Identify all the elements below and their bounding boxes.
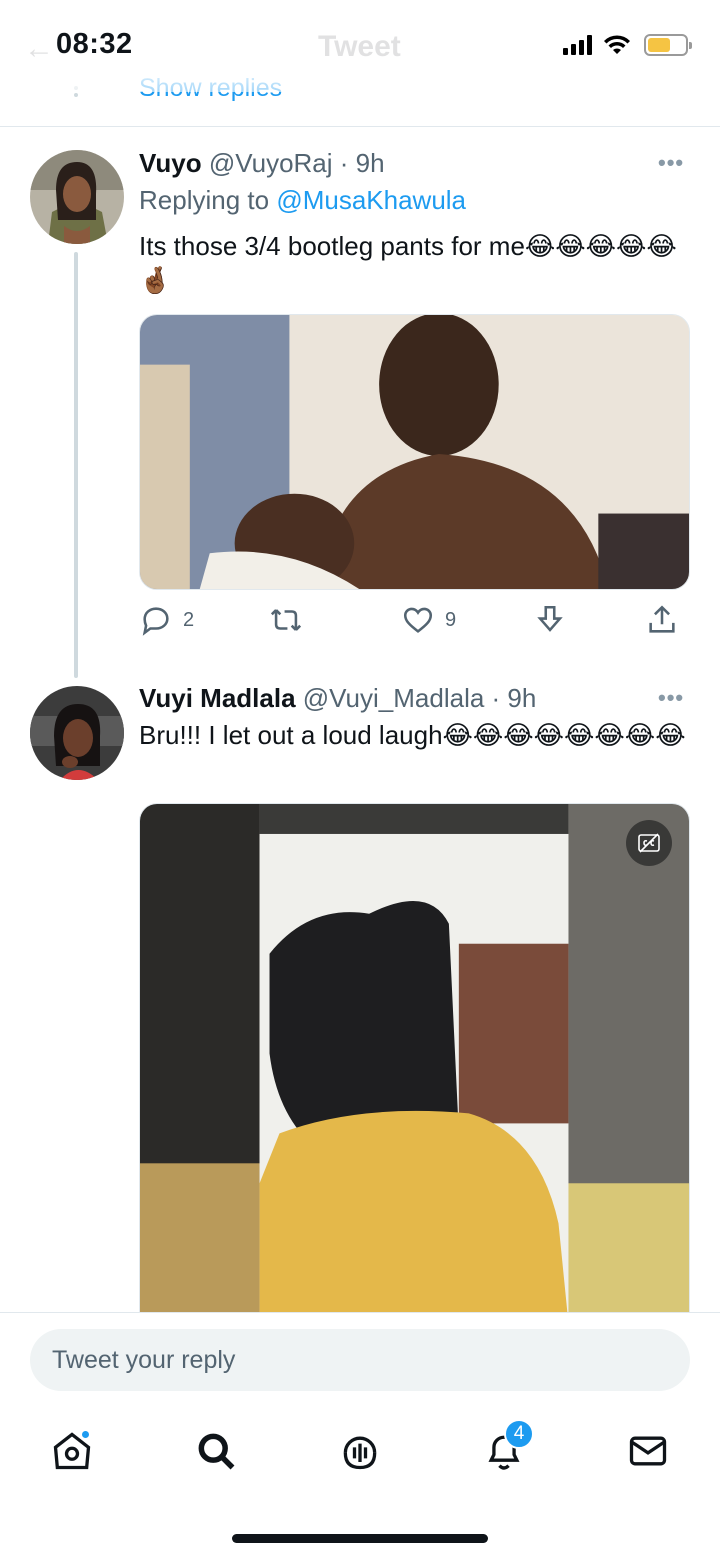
tweet-video[interactable] <box>139 803 690 1323</box>
back-arrow-icon[interactable]: ← <box>24 32 54 66</box>
more-options-icon[interactable]: ••• <box>658 150 684 176</box>
download-arrow-icon <box>537 605 563 632</box>
spaces-icon <box>343 1436 377 1470</box>
reply-icon <box>142 607 169 636</box>
tab-home[interactable] <box>42 1421 102 1481</box>
closed-captions-button[interactable] <box>626 820 672 866</box>
avatar[interactable] <box>30 686 124 780</box>
tweet-header: Vuyo @VuyoRaj · 9h <box>139 148 385 179</box>
divider <box>0 126 720 127</box>
like-count: 9 <box>445 608 457 631</box>
home-indicator <box>232 1534 488 1543</box>
timestamp: · 9h <box>339 148 385 178</box>
reply-button[interactable]: 2 <box>139 603 194 637</box>
thread-connector-line <box>74 252 78 678</box>
wifi-icon <box>604 35 630 54</box>
handle[interactable]: @Vuyi_Madlala <box>303 683 485 713</box>
retweet-icon <box>270 609 302 631</box>
retweet-button[interactable] <box>269 603 313 637</box>
tweet-image[interactable] <box>139 314 690 590</box>
tab-search[interactable] <box>186 1421 246 1481</box>
more-options-icon[interactable]: ••• <box>658 685 684 711</box>
timestamp: · 9h <box>491 683 537 713</box>
reply-input[interactable] <box>30 1329 690 1391</box>
like-button[interactable]: 9 <box>401 603 456 637</box>
tweet-text: Bru!!! I let out a loud laugh😂😂😂😂😂😂😂😂 <box>139 720 686 750</box>
tweet-text: Its those 3/4 bootleg pants for me😂😂😂😂😂🤞… <box>139 231 677 295</box>
home-unread-dot <box>80 1429 91 1440</box>
replying-mention[interactable]: @MusaKhawula <box>276 185 466 215</box>
tab-spaces[interactable] <box>330 1421 390 1481</box>
cellular-signal-icon <box>563 35 592 55</box>
header-title: Tweet <box>318 30 401 63</box>
status-icons <box>563 34 692 56</box>
tweet-actions: 2 9 <box>139 603 690 641</box>
search-icon <box>198 1433 235 1470</box>
tweet-header: Vuyi Madlala @Vuyi_Madlala · 9h <box>139 683 536 714</box>
tab-messages[interactable] <box>618 1421 678 1481</box>
reply-count: 2 <box>183 608 195 631</box>
display-name[interactable]: Vuyi Madlala <box>139 683 296 713</box>
tab-bar: 4 <box>0 1413 720 1489</box>
battery-icon <box>644 34 692 56</box>
status-time: 08:32 <box>56 28 133 60</box>
bookmark-button[interactable] <box>533 603 567 637</box>
closed-captions-icon <box>638 833 660 853</box>
notification-badge: 4 <box>504 1419 534 1449</box>
tab-notifications[interactable]: 4 <box>474 1419 534 1481</box>
status-bar: ← Tweet 08:32 <box>0 0 720 92</box>
handle[interactable]: @VuyoRaj <box>209 148 333 178</box>
replying-prefix: Replying to <box>139 185 270 215</box>
share-icon <box>649 605 675 633</box>
replying-to: Replying to @MusaKhawula <box>139 185 466 216</box>
avatar[interactable] <box>30 150 124 244</box>
display-name[interactable]: Vuyo <box>139 148 202 178</box>
share-button[interactable] <box>645 603 679 637</box>
heart-icon <box>403 607 433 633</box>
messages-icon <box>629 1436 667 1466</box>
bottom-bar: 4 <box>0 1312 720 1558</box>
